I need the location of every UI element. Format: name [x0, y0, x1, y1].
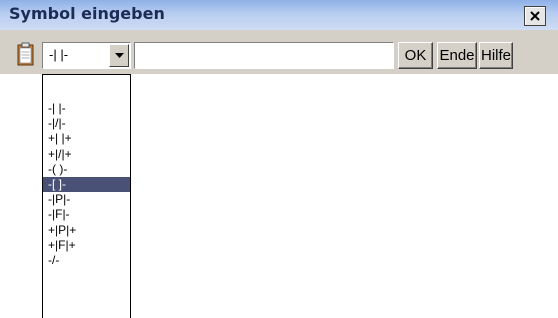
symbol-text-input[interactable] — [134, 42, 394, 69]
dropdown-item[interactable]: +| |+ — [43, 131, 130, 146]
dropdown-item[interactable]: +|P|+ — [43, 223, 130, 238]
dropdown-item[interactable]: -|F|- — [43, 207, 130, 222]
dropdown-item[interactable]: -( )- — [43, 162, 130, 177]
dropdown-item[interactable]: -[ ]- — [43, 177, 130, 192]
symbol-select-value: -| |- — [49, 47, 69, 62]
title-bar[interactable]: Symbol eingeben — [0, 0, 558, 30]
dropdown-item[interactable]: -| |- — [43, 101, 130, 116]
dropdown-item[interactable]: -|P|- — [43, 192, 130, 207]
symbol-select[interactable]: -| |- — [42, 42, 131, 69]
ende-button[interactable]: Ende — [437, 42, 477, 69]
window-title: Symbol eingeben — [9, 4, 165, 23]
symbol-dropdown-list[interactable]: -| |- -|/|- +| |+ +|/|+ -( )- -[ ]- -|P|- -|F|-… — [42, 74, 131, 318]
clipboard-icon[interactable] — [17, 42, 34, 66]
dropdown-item[interactable]: +|F|+ — [43, 238, 130, 253]
ok-button[interactable]: OK — [398, 42, 433, 69]
dropdown-item[interactable]: -|/|- — [43, 116, 130, 131]
dropdown-arrow-icon — [114, 53, 124, 58]
hilfe-button[interactable]: Hilfe — [479, 42, 513, 69]
symbol-dialog: Symbol eingeben -| |- OK Ende Hilfe — [0, 0, 558, 74]
dropdown-item[interactable]: +|/|+ — [43, 147, 130, 162]
dropdown-item[interactable]: -/- — [43, 253, 130, 268]
close-icon — [530, 11, 540, 21]
dropdown-arrow-button[interactable] — [109, 44, 129, 67]
close-button[interactable] — [524, 6, 546, 26]
